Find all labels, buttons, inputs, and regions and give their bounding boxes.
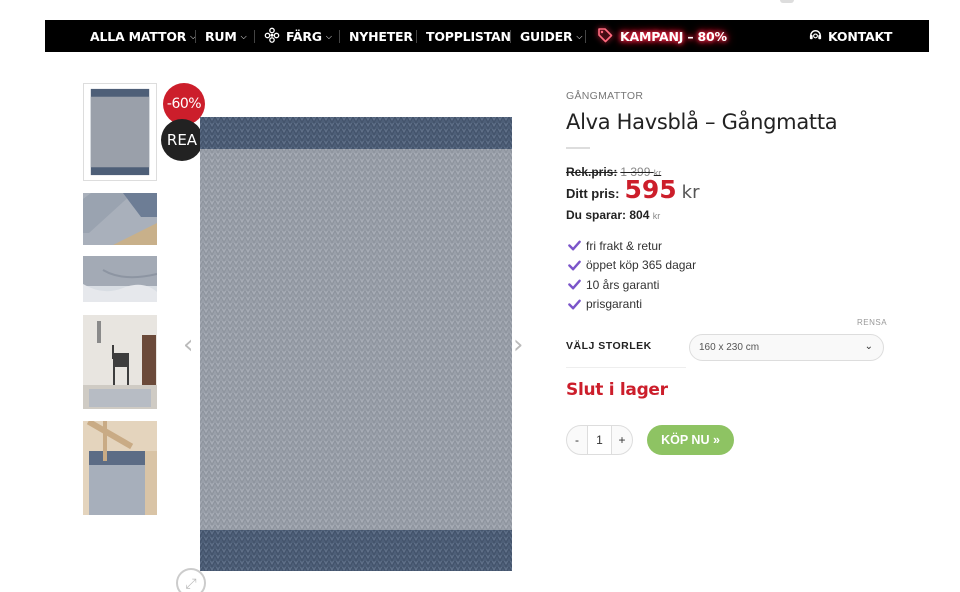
usp-list: fri frakt & retur öppet köp 365 dagar 10… (568, 236, 696, 314)
chevron-down-icon: ⌵ (240, 32, 247, 41)
nav-item-rum[interactable]: RUM ⌵ (205, 20, 247, 52)
checkmark-icon (568, 279, 581, 290)
buy-now-button[interactable]: KÖP NU » (647, 425, 734, 455)
usp-item: prisgaranti (568, 295, 696, 315)
nav-item-label: KONTAKT (828, 28, 893, 44)
chevron-down-icon: ⌵ (576, 32, 583, 41)
clear-selection-link[interactable]: RENSA (857, 318, 887, 327)
nav-item-kontakt[interactable]: KONTAKT (808, 20, 892, 52)
price-label: Ditt pris: (566, 186, 620, 201)
checkmark-icon (568, 240, 581, 251)
checkmark-icon (568, 299, 581, 310)
expand-icon: ⤢ (185, 574, 197, 591)
decorative-dot (780, 0, 794, 3)
nav-divider (416, 30, 417, 43)
usp-text: prisgaranti (586, 297, 643, 312)
nav-divider (254, 30, 255, 43)
nav-item-guider[interactable]: GUIDER ⌵ (520, 20, 582, 52)
price-value: 595 (624, 175, 677, 204)
nav-item-topplistan[interactable]: TOPPLISTAN (426, 20, 511, 52)
nav-item-kampanj[interactable]: KAMPANJ – 80% (597, 20, 727, 52)
nav-item-label: KAMPANJ – 80% (620, 28, 727, 44)
stock-status: Slut i lager (566, 380, 668, 400)
nav-item-nyheter[interactable]: NYHETER (349, 20, 413, 52)
quantity-plus-button[interactable]: + (612, 433, 632, 447)
quantity-minus-button[interactable]: - (567, 433, 587, 447)
thumbnail-1[interactable] (83, 83, 157, 181)
current-price: Ditt pris: 595 kr (566, 175, 699, 204)
palette-icon (264, 27, 280, 46)
nav-item-label: ALLA MATTOR (90, 28, 187, 44)
size-selected-value: 160 x 230 cm (699, 342, 760, 353)
nav-divider (510, 30, 511, 43)
nav-item-farg[interactable]: FÄRG ⌵ (264, 20, 332, 52)
save-currency: kr (652, 211, 661, 221)
size-label: VÄLJ STORLEK (566, 340, 652, 352)
price-tag-icon (597, 27, 613, 46)
save-label: Du sparar: (566, 208, 627, 222)
nav-item-label: TOPPLISTAN (426, 28, 511, 44)
checkmark-icon (568, 260, 581, 271)
nav-item-alla-mattor[interactable]: ALLA MATTOR ⌵ (90, 20, 196, 52)
size-select[interactable]: 160 x 230 cm ⌄ (689, 334, 884, 361)
quantity-stepper: - 1 + (566, 425, 633, 455)
sale-badge: REA (161, 119, 203, 161)
price-currency: kr (681, 182, 700, 203)
nav-divider (195, 30, 196, 43)
usp-text: fri frakt & retur (586, 238, 663, 253)
main-nav: ALLA MATTOR ⌵ RUM ⌵ FÄRG ⌵ NYHETER TOPPLIST… (45, 20, 929, 52)
thumbnail-2[interactable] (83, 193, 157, 245)
prev-image-arrow[interactable]: ‹ (183, 330, 193, 360)
chevron-down-icon: ⌄ (864, 341, 873, 352)
product-title: Alva Havsblå – Gångmatta (566, 110, 838, 134)
next-image-arrow[interactable]: › (513, 330, 523, 360)
save-value: 804 (629, 208, 650, 222)
zoom-button[interactable]: ⤢ (176, 568, 206, 592)
nav-divider (585, 30, 586, 43)
usp-item: öppet köp 365 dagar (568, 256, 696, 276)
nav-item-label: NYHETER (349, 28, 413, 44)
thumbnail-4[interactable] (83, 315, 157, 409)
usp-item: fri frakt & retur (568, 236, 696, 256)
headset-icon (808, 27, 823, 45)
nav-divider (339, 30, 340, 43)
chevron-down-icon: ⌵ (325, 32, 332, 41)
usp-item: 10 års garanti (568, 275, 696, 295)
product-category[interactable]: GÅNGMATTOR (566, 90, 643, 102)
title-divider (566, 147, 590, 149)
usp-text: 10 års garanti (586, 277, 660, 292)
usp-text: öppet köp 365 dagar (586, 258, 697, 273)
nav-item-label: GUIDER (520, 28, 573, 44)
thumbnail-5[interactable] (83, 421, 157, 515)
quantity-input[interactable]: 1 (587, 426, 612, 454)
thumbnail-3[interactable] (83, 256, 157, 302)
savings: Du sparar: 804 kr (566, 208, 660, 222)
main-product-image[interactable] (200, 117, 512, 571)
nav-item-label: RUM (205, 28, 237, 44)
nav-item-label: FÄRG (286, 28, 322, 44)
variation-divider (566, 367, 686, 368)
